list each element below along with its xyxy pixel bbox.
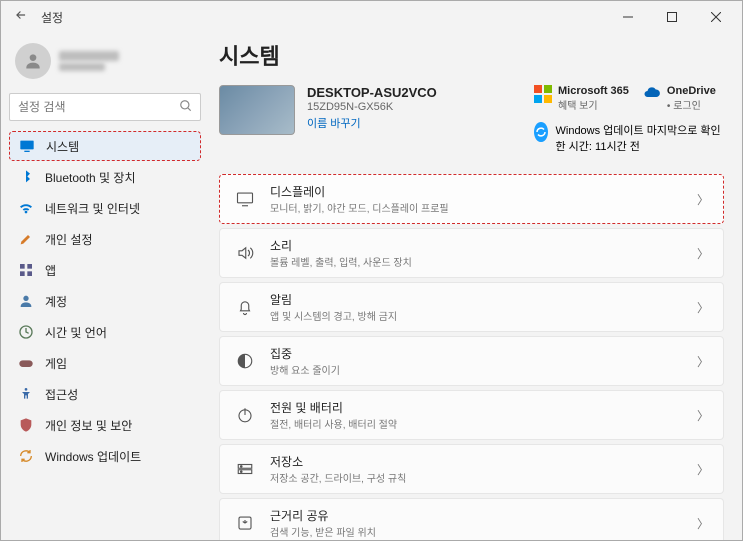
window-title: 설정: [41, 9, 63, 26]
titlebar: 설정: [1, 1, 742, 33]
bluetooth-icon: [17, 168, 35, 186]
wifi-icon: [17, 199, 35, 217]
sidebar-item-system[interactable]: 시스템: [9, 131, 201, 161]
microsoft-365-icon: [534, 85, 552, 103]
settings-list: 디스플레이모니터, 밝기, 야간 모드, 디스플레이 프로필 〉 소리볼륨 레벨…: [219, 174, 724, 540]
sidebar-item-windows-update[interactable]: Windows 업데이트: [9, 441, 201, 471]
sidebar: 시스템 Bluetooth 및 장치 네트워크 및 인터넷 개인 설정 앱 계정: [1, 33, 209, 540]
chevron-right-icon: 〉: [697, 299, 709, 316]
sidebar-item-label: 시스템: [46, 138, 79, 155]
update-icon: [17, 447, 35, 465]
update-circle-icon: [534, 122, 548, 142]
share-icon: [234, 512, 256, 534]
power-icon: [234, 404, 256, 426]
sidebar-item-label: 계정: [45, 293, 67, 310]
chevron-right-icon: 〉: [697, 353, 709, 370]
user-account-row[interactable]: [9, 39, 201, 89]
sidebar-item-label: 네트워크 및 인터넷: [45, 200, 140, 217]
chevron-right-icon: 〉: [697, 191, 709, 208]
main-content: 시스템 DESKTOP-ASU2VCO 15ZD95N-GX56K 이름 바꾸기…: [209, 33, 742, 540]
shield-icon: [17, 416, 35, 434]
sidebar-item-time-language[interactable]: 시간 및 언어: [9, 317, 201, 347]
sidebar-item-label: Bluetooth 및 장치: [45, 169, 136, 186]
sound-icon: [234, 242, 256, 264]
device-block[interactable]: DESKTOP-ASU2VCO 15ZD95N-GX56K 이름 바꾸기: [219, 85, 516, 135]
sidebar-item-label: Windows 업데이트: [45, 448, 141, 465]
row-power[interactable]: 전원 및 배터리절전, 배터리 사용, 배터리 절약 〉: [219, 390, 724, 440]
device-name: DESKTOP-ASU2VCO: [307, 85, 437, 100]
apps-icon: [17, 261, 35, 279]
row-storage[interactable]: 저장소저장소 공간, 드라이브, 구성 규칙 〉: [219, 444, 724, 494]
sidebar-item-bluetooth[interactable]: Bluetooth 및 장치: [9, 162, 201, 192]
display-icon: [234, 188, 256, 210]
clock-globe-icon: [17, 323, 35, 341]
page-title: 시스템: [219, 39, 724, 71]
minimize-button[interactable]: [606, 1, 650, 33]
sidebar-item-accounts[interactable]: 계정: [9, 286, 201, 316]
maximize-button[interactable]: [650, 1, 694, 33]
row-focus[interactable]: 집중방해 요소 줄이기 〉: [219, 336, 724, 386]
sidebar-item-network[interactable]: 네트워크 및 인터넷: [9, 193, 201, 223]
device-model: 15ZD95N-GX56K: [307, 101, 437, 113]
search-icon: [179, 99, 193, 118]
sidebar-item-gaming[interactable]: 게임: [9, 348, 201, 378]
back-button[interactable]: [5, 8, 37, 27]
row-notifications[interactable]: 알림앱 및 시스템의 경고, 방해 금지 〉: [219, 282, 724, 332]
rename-link[interactable]: 이름 바꾸기: [307, 115, 437, 131]
row-nearby-share[interactable]: 근거리 공유검색 기능, 받은 파일 위치 〉: [219, 498, 724, 540]
chevron-right-icon: 〉: [697, 461, 709, 478]
sidebar-item-label: 개인 정보 및 보안: [45, 417, 132, 434]
sidebar-item-apps[interactable]: 앱: [9, 255, 201, 285]
chevron-right-icon: 〉: [697, 515, 709, 532]
promo-microsoft365[interactable]: Microsoft 365 혜택 보기: [534, 85, 629, 112]
sidebar-item-label: 게임: [45, 355, 67, 372]
device-thumbnail: [219, 85, 295, 135]
row-display[interactable]: 디스플레이모니터, 밝기, 야간 모드, 디스플레이 프로필 〉: [219, 174, 724, 224]
focus-icon: [234, 350, 256, 372]
chevron-right-icon: 〉: [697, 407, 709, 424]
gamepad-icon: [17, 354, 35, 372]
accessibility-icon: [17, 385, 35, 403]
close-button[interactable]: [694, 1, 738, 33]
promo-windows-update[interactable]: Windows 업데이트 마지막으로 확인한 시간: 11시간 전: [534, 122, 724, 154]
sidebar-item-personalization[interactable]: 개인 설정: [9, 224, 201, 254]
row-sound[interactable]: 소리볼륨 레벨, 출력, 입력, 사운드 장치 〉: [219, 228, 724, 278]
sidebar-item-accessibility[interactable]: 접근성: [9, 379, 201, 409]
sidebar-item-label: 시간 및 언어: [45, 324, 107, 341]
storage-icon: [234, 458, 256, 480]
sidebar-item-label: 앱: [45, 262, 56, 279]
person-icon: [17, 292, 35, 310]
monitor-icon: [18, 137, 36, 155]
sidebar-item-privacy[interactable]: 개인 정보 및 보안: [9, 410, 201, 440]
bell-icon: [234, 296, 256, 318]
search-input[interactable]: [9, 93, 201, 121]
chevron-right-icon: 〉: [697, 245, 709, 262]
brush-icon: [17, 230, 35, 248]
onedrive-icon: [643, 85, 661, 103]
sidebar-item-label: 개인 설정: [45, 231, 93, 248]
sidebar-nav: 시스템 Bluetooth 및 장치 네트워크 및 인터넷 개인 설정 앱 계정: [9, 131, 201, 471]
user-name-redacted: [59, 51, 119, 71]
avatar: [15, 43, 51, 79]
promo-onedrive[interactable]: OneDrive • 로그인: [643, 85, 716, 112]
sidebar-item-label: 접근성: [45, 386, 78, 403]
